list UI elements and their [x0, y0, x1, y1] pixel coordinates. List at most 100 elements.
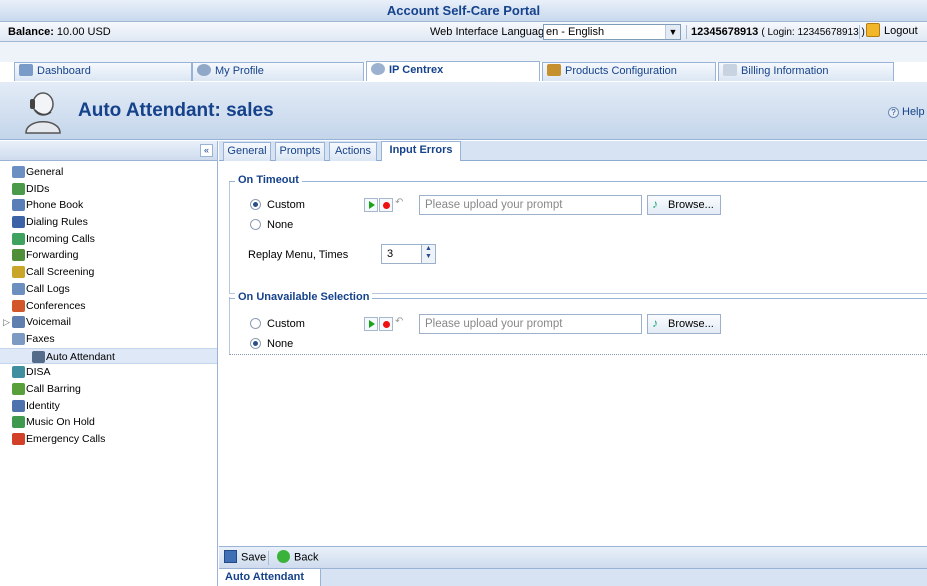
- sidebar-item-call-logs[interactable]: Call Logs: [0, 281, 217, 298]
- lock-icon: [866, 23, 880, 37]
- sidebar-item-label: Call Barring: [26, 382, 81, 395]
- balance-label: Balance:: [8, 26, 54, 38]
- auto-attendant-icon: [32, 350, 45, 363]
- undo-icon: ↶: [395, 197, 404, 208]
- tab-ip-centrex[interactable]: IP Centrex: [366, 61, 540, 81]
- login-text: ( Login: 12345678913 ): [761, 27, 865, 38]
- sidebar-item-disa[interactable]: DISA: [0, 364, 217, 381]
- sidebar-item-conferences[interactable]: Conferences: [0, 298, 217, 315]
- music-on-hold-icon: [12, 416, 25, 429]
- subtab-general[interactable]: General: [223, 142, 271, 161]
- play-button[interactable]: [364, 317, 378, 331]
- collapse-sidebar-button[interactable]: «: [200, 144, 213, 157]
- timeout-none-radio[interactable]: None: [250, 218, 294, 231]
- sidebar-item-voicemail[interactable]: ▷ Voicemail: [0, 314, 217, 331]
- subtab-prompts[interactable]: Prompts: [275, 142, 325, 161]
- sidebar-item-dids[interactable]: DIDs: [0, 181, 217, 198]
- user-icon: [197, 64, 211, 77]
- unavailable-custom-radio[interactable]: Custom: [250, 317, 305, 330]
- portal-title: Account Self-Care Portal: [0, 0, 927, 22]
- sidebar-item-emergency-calls[interactable]: Emergency Calls: [0, 431, 217, 448]
- save-label: Save: [241, 551, 267, 564]
- auto-attendant-avatar-icon: [25, 92, 61, 134]
- divider: [268, 551, 269, 565]
- unavailable-media-controls: ↶: [364, 316, 409, 333]
- record-button[interactable]: [379, 317, 393, 331]
- back-button[interactable]: Back: [277, 550, 319, 564]
- sidebar-item-label: Identity: [26, 399, 60, 412]
- play-button[interactable]: [364, 198, 378, 212]
- undo-button[interactable]: ↶: [394, 197, 408, 212]
- subtab-input-errors[interactable]: Input Errors: [381, 141, 461, 161]
- subtab-actions[interactable]: Actions: [329, 142, 377, 161]
- call-barring-icon: [12, 382, 25, 395]
- sidebar-item-auto-attendant[interactable]: Auto Attendant: [0, 347, 217, 365]
- tab-label: IP Centrex: [389, 64, 444, 76]
- call-screening-icon: [12, 266, 25, 279]
- timeout-media-controls: ↶: [364, 197, 409, 214]
- sidebar-header: «: [0, 141, 217, 161]
- unavailable-browse-button[interactable]: ♪ Browse...: [647, 314, 721, 334]
- record-icon: [383, 202, 390, 209]
- account-info: 12345678913 ( Login: 12345678913 ): [691, 26, 865, 38]
- replay-value: 3: [387, 248, 394, 260]
- sidebar-item-identity[interactable]: Identity: [0, 398, 217, 415]
- sidebar-item-forwarding[interactable]: Forwarding: [0, 247, 217, 264]
- tab-my-profile[interactable]: My Profile: [192, 62, 364, 81]
- billing-icon: [723, 64, 737, 77]
- sidebar-item-label: Forwarding: [26, 249, 79, 262]
- tab-dashboard[interactable]: Dashboard: [14, 62, 192, 81]
- undo-icon: ↶: [395, 316, 404, 327]
- sidebar-item-general[interactable]: General: [0, 164, 217, 181]
- radio-label: None: [267, 219, 294, 231]
- browse-label: Browse...: [668, 199, 714, 211]
- radio-label: Custom: [267, 199, 305, 211]
- language-select[interactable]: en - English ▼: [543, 24, 681, 40]
- faxes-icon: [12, 332, 25, 345]
- back-label: Back: [294, 551, 319, 564]
- sidebar-item-dialing-rules[interactable]: Dialing Rules: [0, 214, 217, 231]
- replay-times-spinner[interactable]: 3 ▲ ▼: [381, 244, 436, 264]
- unavailable-none-radio[interactable]: None: [250, 337, 293, 350]
- save-button[interactable]: Save: [224, 550, 267, 564]
- dialing-rules-icon: [12, 216, 25, 229]
- sidebar-nav: General DIDs Phone Book Dialing Rules Incomi…: [0, 161, 217, 448]
- products-icon: [547, 64, 561, 77]
- balance-value: 10.00 USD: [56, 26, 111, 38]
- help-button[interactable]: ? Help: [888, 106, 925, 118]
- sidebar-item-phone-book[interactable]: Phone Book: [0, 197, 217, 214]
- music-note-icon: ♪: [652, 316, 658, 330]
- footer-tab-auto-attendant[interactable]: Auto Attendant: [219, 569, 321, 586]
- expand-arrow-icon[interactable]: ▷: [3, 314, 10, 330]
- incoming-calls-icon: [12, 232, 25, 245]
- undo-button[interactable]: ↶: [394, 316, 408, 331]
- sidebar-item-call-barring[interactable]: Call Barring: [0, 381, 217, 398]
- balance: Balance: 10.00 USD: [8, 26, 111, 38]
- spinner-arrows-icon[interactable]: ▲ ▼: [421, 245, 435, 263]
- gear-icon: [12, 166, 25, 178]
- help-icon: ?: [888, 106, 899, 118]
- language-value: en - English: [546, 26, 605, 38]
- help-label: Help: [902, 106, 925, 118]
- tab-products-configuration[interactable]: Products Configuration: [542, 62, 716, 81]
- radio-dot: [250, 218, 261, 230]
- timeout-prompt-input[interactable]: Please upload your prompt: [419, 195, 642, 215]
- call-logs-icon: [12, 282, 25, 295]
- sidebar-item-label: Faxes: [26, 332, 55, 345]
- sidebar-item-faxes[interactable]: Faxes: [0, 331, 217, 348]
- replay-label: Replay Menu, Times: [248, 249, 349, 261]
- sidebar-item-call-screening[interactable]: Call Screening: [0, 264, 217, 281]
- divider: [686, 25, 687, 39]
- unavailable-prompt-input[interactable]: Please upload your prompt: [419, 314, 642, 334]
- logout-button[interactable]: Logout: [866, 23, 918, 38]
- play-icon: [369, 201, 375, 209]
- sidebar-item-music-on-hold[interactable]: Music On Hold: [0, 414, 217, 431]
- sidebar-item-incoming-calls[interactable]: Incoming Calls: [0, 231, 217, 248]
- timeout-browse-button[interactable]: ♪ Browse...: [647, 195, 721, 215]
- tab-label: Dashboard: [37, 65, 91, 77]
- divider: [859, 25, 860, 39]
- on-timeout-border: On Timeout: [229, 174, 927, 186]
- timeout-custom-radio[interactable]: Custom: [250, 198, 305, 211]
- tab-billing-information[interactable]: Billing Information: [718, 62, 894, 81]
- record-button[interactable]: [379, 198, 393, 212]
